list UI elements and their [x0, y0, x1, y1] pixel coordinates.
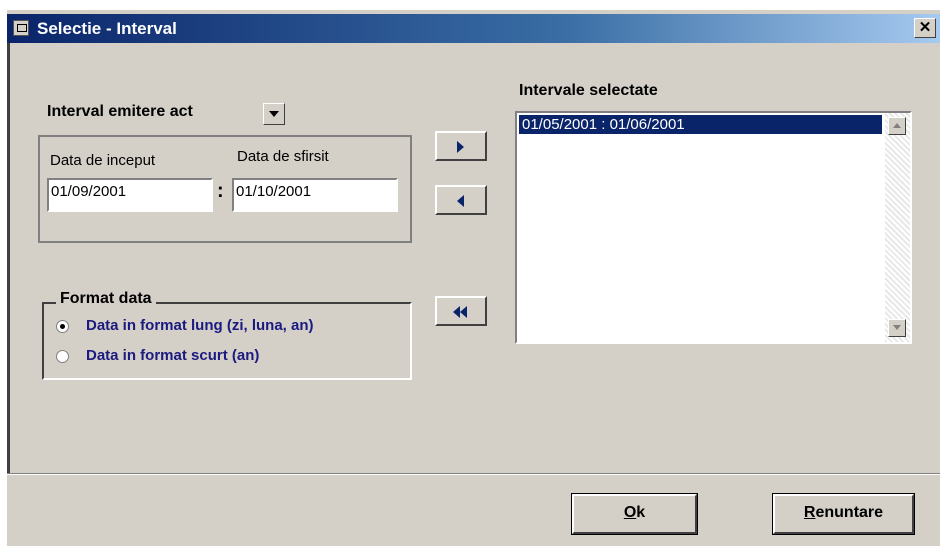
- interval-type-label: Interval emitere act: [47, 103, 193, 120]
- app-icon: [13, 20, 29, 36]
- left-frame-edge: [7, 43, 10, 473]
- start-date-label: Data de inceput: [50, 152, 156, 169]
- format-short-label[interactable]: Data in format scurt (an): [86, 347, 259, 364]
- format-group: [42, 302, 412, 380]
- close-button[interactable]: ✕: [914, 18, 936, 38]
- end-date-input[interactable]: 01/10/2001: [232, 178, 398, 212]
- selected-intervals-list[interactable]: [515, 111, 912, 344]
- ok-label-rest: k: [636, 504, 646, 521]
- title-bar: Selectie - Interval ✕: [7, 14, 940, 43]
- list-item[interactable]: 01/05/2001 : 01/06/2001: [519, 115, 882, 134]
- ok-button[interactable]: Ok: [571, 493, 698, 535]
- format-long-radio[interactable]: [56, 320, 69, 333]
- format-group-legend: Format data: [56, 290, 156, 308]
- remove-all-intervals-button[interactable]: [435, 296, 487, 326]
- cancel-mnemonic: R: [803, 504, 816, 521]
- ok-mnemonic: O: [623, 504, 637, 521]
- interval-type-dropdown-button[interactable]: [263, 103, 285, 125]
- add-interval-button[interactable]: [435, 131, 487, 161]
- footer-divider: [7, 473, 940, 475]
- scroll-down-icon[interactable]: [888, 319, 906, 337]
- selected-intervals-label: Intervale selectate: [519, 82, 658, 99]
- format-short-radio[interactable]: [56, 350, 69, 363]
- date-separator: :: [217, 180, 224, 202]
- cancel-button[interactable]: Renuntare: [772, 493, 915, 535]
- window-title: Selectie - Interval: [37, 19, 177, 38]
- scroll-up-icon[interactable]: [888, 117, 906, 135]
- start-date-input[interactable]: 01/09/2001: [47, 178, 213, 212]
- remove-interval-button[interactable]: [435, 185, 487, 215]
- end-date-label: Data de sfirsit: [237, 148, 329, 165]
- cancel-label-rest: enuntare: [815, 504, 884, 521]
- list-scrollbar[interactable]: [885, 113, 910, 342]
- format-long-label[interactable]: Data in format lung (zi, luna, an): [86, 317, 314, 334]
